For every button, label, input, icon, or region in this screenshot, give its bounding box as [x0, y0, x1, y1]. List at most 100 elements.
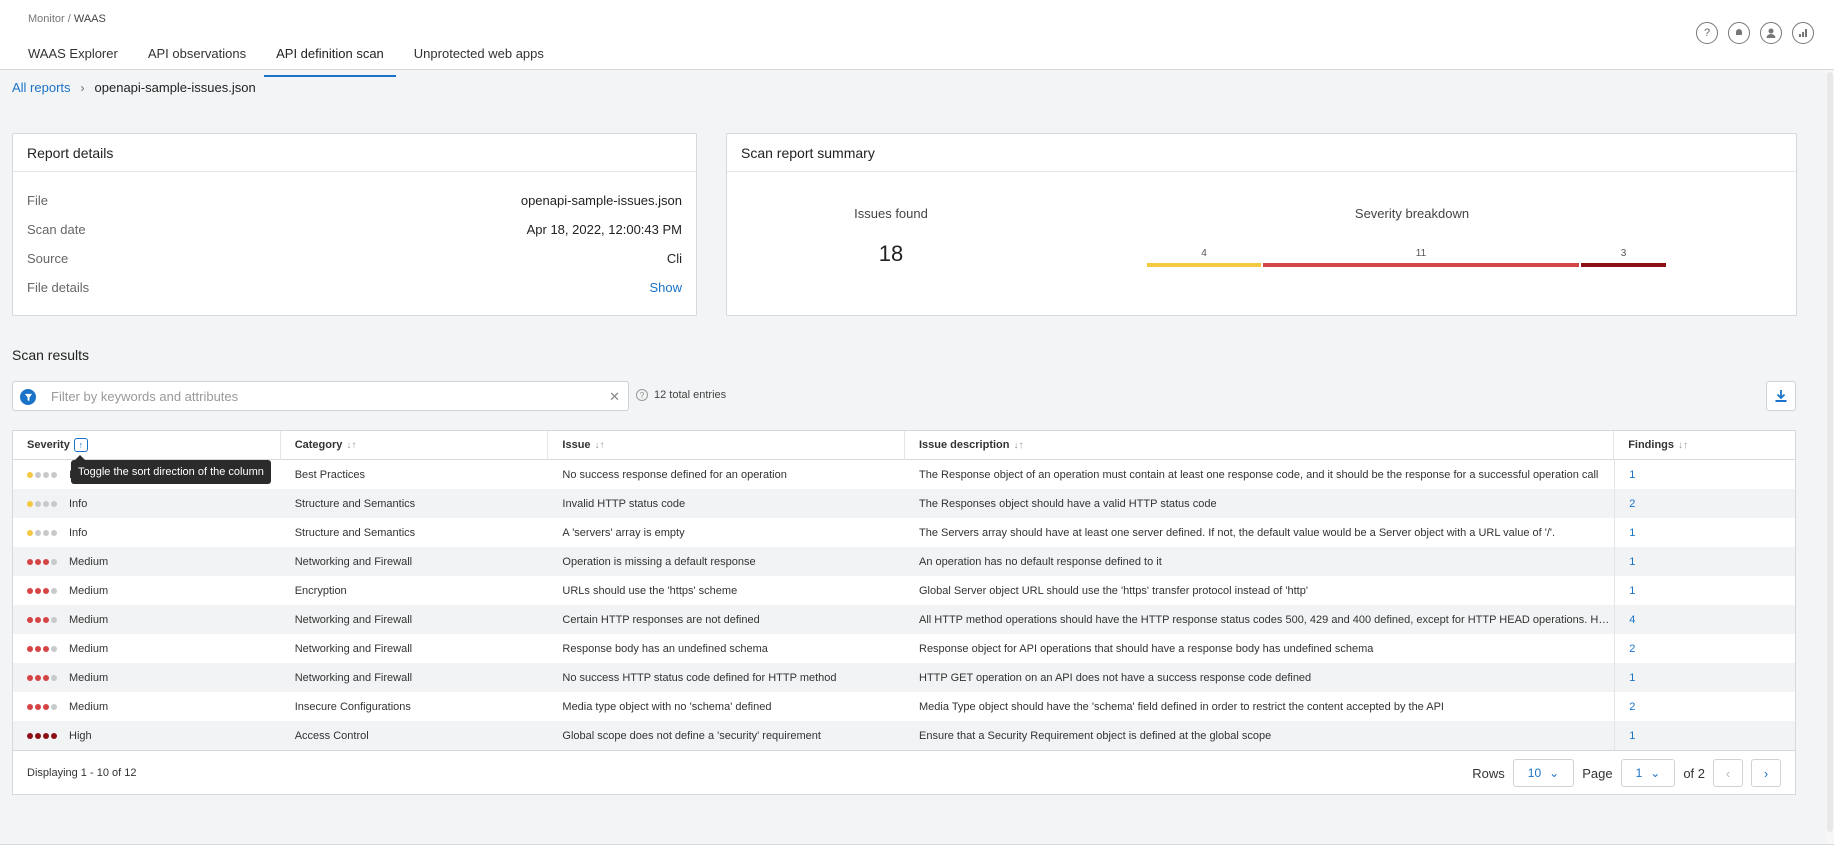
findings-link[interactable]: 1 — [1614, 518, 1795, 547]
table-row[interactable]: Info Structure and Semantics A 'servers' a… — [13, 518, 1795, 547]
rows-per-page-select[interactable]: 10 ⌄ — [1512, 759, 1575, 787]
sort-icon[interactable]: ↓↑ — [1013, 440, 1023, 451]
scrollbar-thumb[interactable] — [1827, 72, 1833, 832]
filter-icon[interactable] — [20, 389, 36, 405]
report-details-title: Report details — [13, 134, 696, 172]
tab-waas-explorer[interactable]: WAAS Explorer — [16, 36, 130, 77]
show-file-details-link[interactable]: Show — [649, 280, 682, 295]
severity-dot — [27, 471, 33, 478]
download-button[interactable] — [1766, 381, 1796, 411]
breadcrumb-parent[interactable]: Monitor / — [28, 13, 74, 25]
table-row[interactable]: Medium Networking and Firewall No success … — [13, 663, 1795, 692]
sort-ascending-icon[interactable]: ↑ — [73, 438, 88, 452]
severity-cell: Medium — [13, 556, 281, 568]
severity-dot — [35, 587, 41, 594]
category-cell: Structure and Semantics — [294, 497, 416, 510]
table-row[interactable]: High Access Control Global scope does not … — [13, 721, 1795, 750]
breadcrumb-current-file: openapi-sample-issues.json — [94, 80, 256, 95]
sort-icon[interactable]: ↓↑ — [595, 440, 605, 451]
severity-cell: Medium — [13, 585, 281, 597]
severity-dot — [51, 500, 57, 507]
severity-dot — [35, 616, 41, 623]
detail-value: Apr 18, 2022, 12:00:43 PM — [526, 222, 682, 237]
sort-icon[interactable]: ↓↑ — [346, 440, 356, 451]
detail-label: File — [27, 193, 48, 208]
findings-link[interactable]: 1 — [1614, 721, 1795, 750]
chart-icon[interactable] — [1792, 22, 1814, 44]
category-cell: Access Control — [294, 729, 369, 742]
findings-link[interactable]: 1 — [1614, 663, 1795, 692]
severity-label: Medium — [69, 671, 109, 684]
category-cell: Networking and Firewall — [294, 555, 413, 568]
severity-dot — [27, 500, 33, 507]
search-input[interactable] — [51, 387, 591, 405]
tab-api-definition-scan[interactable]: API definition scan — [264, 36, 396, 77]
severity-dot — [35, 645, 41, 652]
findings-link[interactable]: 2 — [1614, 692, 1795, 721]
severity-label: Medium — [69, 613, 109, 626]
severity-indicator — [27, 732, 57, 739]
column-header-severity[interactable]: Severity ↑ — [13, 430, 281, 460]
severity-bar: 3 — [1581, 248, 1666, 268]
tab-api-observations[interactable]: API observations — [136, 36, 258, 77]
severity-indicator — [27, 471, 57, 478]
severity-dot — [51, 645, 57, 652]
issue-cell: URLs should use the 'https' scheme — [562, 584, 738, 597]
bell-icon[interactable] — [1728, 22, 1750, 44]
column-header-category[interactable]: Category ↓↑ — [281, 430, 549, 460]
next-page-button[interactable]: › — [1751, 759, 1781, 787]
table-row[interactable]: Medium Insecure Configurations Media type … — [13, 692, 1795, 721]
findings-link[interactable]: 1 — [1614, 460, 1795, 489]
table-row[interactable]: InfoBest PracticesNo success response de… — [13, 460, 1795, 489]
severity-label: Info — [69, 526, 88, 539]
table-row[interactable]: Medium Encryption URLs should use the 'htt… — [13, 576, 1795, 605]
issue-cell: No success HTTP status code defined for … — [562, 671, 837, 684]
table-row[interactable]: Info Structure and Semantics Invalid HTTP … — [13, 489, 1795, 518]
findings-link[interactable]: 1 — [1614, 576, 1795, 605]
detail-row-file: File openapi-sample-issues.json — [13, 186, 696, 215]
tab-bar: WAAS Explorer API observations API defin… — [16, 36, 562, 77]
help-icon[interactable]: ? — [636, 389, 648, 401]
table-row[interactable]: Medium Networking and Firewall Certain HTT… — [13, 605, 1795, 634]
close-icon[interactable]: ✕ — [609, 389, 620, 405]
severity-dot — [51, 674, 57, 681]
table-row[interactable]: Medium Networking and Firewall Operation i… — [13, 547, 1795, 576]
severity-dot — [51, 587, 57, 594]
breadcrumb-current: WAAS — [73, 13, 106, 25]
severity-indicator — [27, 558, 57, 565]
issue-cell: Operation is missing a default response — [562, 555, 756, 568]
severity-cell: Info — [13, 527, 281, 539]
column-header-issue-description[interactable]: Issue description ↓↑ — [905, 430, 1615, 460]
severity-dot — [27, 674, 33, 681]
severity-dot — [51, 703, 57, 710]
severity-label: Medium — [69, 555, 109, 568]
findings-link[interactable]: 4 — [1614, 605, 1795, 634]
sort-icon[interactable]: ↓↑ — [1678, 440, 1688, 451]
severity-label: Medium — [69, 700, 109, 713]
column-header-issue[interactable]: Issue ↓↑ — [548, 430, 905, 460]
severity-dot — [27, 616, 33, 623]
findings-link[interactable]: 2 — [1614, 634, 1795, 663]
report-details-card: Report details File openapi-sample-issue… — [12, 133, 697, 316]
findings-link[interactable]: 2 — [1614, 489, 1795, 518]
user-icon[interactable] — [1760, 22, 1782, 44]
scan-results-title: Scan results — [12, 347, 90, 363]
severity-cell: High — [13, 730, 281, 742]
rows-label: Rows — [1472, 765, 1505, 781]
severity-dot — [35, 674, 41, 681]
all-reports-link[interactable]: All reports — [12, 80, 71, 95]
chevron-down-icon: ⌄ — [1650, 766, 1661, 780]
page-select[interactable]: 1 ⌄ — [1620, 759, 1676, 787]
column-header-findings[interactable]: Findings ↓↑ — [1614, 431, 1795, 460]
findings-link[interactable]: 1 — [1614, 547, 1795, 576]
description-cell: All HTTP method operations should have t… — [919, 613, 1614, 626]
table-row[interactable]: Medium Networking and Firewall Response bo… — [13, 634, 1795, 663]
prev-page-button[interactable]: ‹ — [1713, 759, 1743, 787]
help-icon[interactable]: ? — [1696, 22, 1718, 44]
bottom-strip — [0, 844, 1834, 852]
tab-unprotected-web-apps[interactable]: Unprotected web apps — [402, 36, 556, 77]
detail-label: Source — [27, 251, 69, 266]
detail-row-scan-date: Scan date Apr 18, 2022, 12:00:43 PM — [13, 215, 696, 244]
issue-cell: No success response defined for an opera… — [562, 468, 787, 481]
severity-dot — [43, 645, 49, 652]
